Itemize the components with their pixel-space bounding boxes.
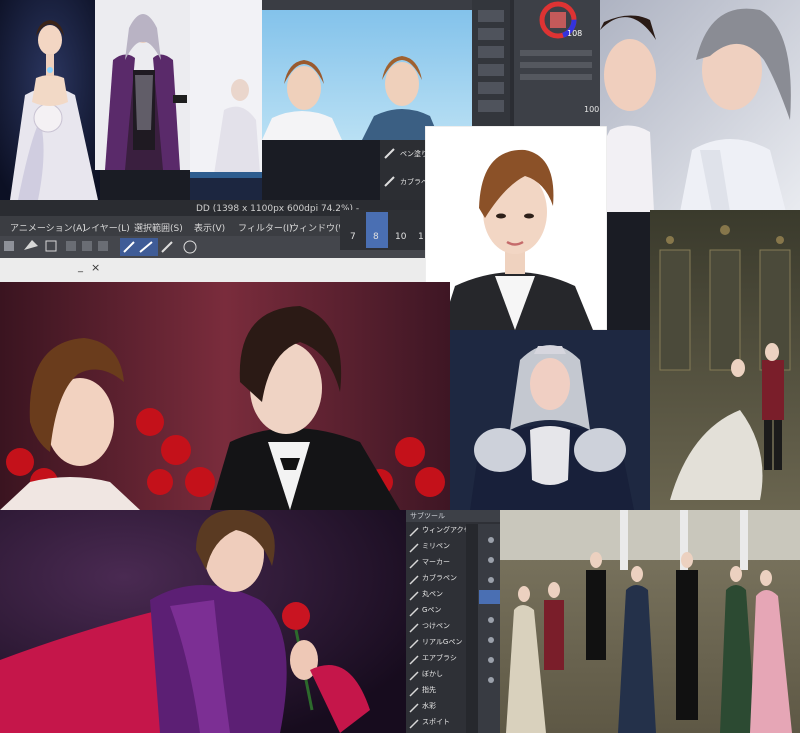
editor-window-header: DD (1398 x 1100px 600dpi 74.2%) - アニメーショ…	[0, 200, 425, 282]
subtool-item[interactable]: 丸ペン	[422, 590, 443, 598]
minimize-button[interactable]: _	[78, 262, 83, 273]
subtool-item[interactable]: Gペン	[422, 606, 441, 614]
subtool-item[interactable]: 水彩	[422, 702, 436, 710]
document-title-text: DD (1398 x 1100px 600dpi 74.2%)	[196, 204, 354, 214]
artwork-prince-purple-costume	[95, 0, 190, 170]
subtool-item[interactable]: ウィングアクセス ペン	[422, 526, 494, 534]
subtool-item[interactable]: つけペン	[422, 622, 450, 630]
artwork-ballroom-crowd	[500, 510, 800, 733]
subtool-header: サブツール	[406, 510, 504, 522]
zoom-readout: 100	[584, 105, 600, 114]
brush-size-8[interactable]: 8	[373, 232, 379, 242]
man-with-rose-illustration	[0, 510, 412, 733]
tool-strip-background	[472, 0, 600, 130]
subtool-panel: サブツール ウィングアクセス ペン ミリペン マーカー カブラペン 丸ペン Gペ…	[406, 510, 504, 733]
lady-tiara-illustration	[450, 330, 650, 510]
couple-roses-illustration	[0, 282, 450, 510]
brush-size-1[interactable]: 1	[418, 232, 424, 242]
ballroom-crowd-illustration	[500, 510, 800, 733]
menu-selection[interactable]: 選択範囲(S)	[134, 221, 183, 234]
tool-label-kabura-pen[interactable]: カブラペン	[400, 178, 425, 186]
artwork-two-women-close	[600, 0, 800, 212]
canvas-strip: _ ×	[0, 258, 425, 282]
brush-size-7[interactable]: 7	[350, 232, 356, 242]
artwork-couple-roses	[0, 282, 450, 510]
brush-size-panel: 7 8 10 1	[340, 210, 425, 250]
ballroom-dancers-illustration	[650, 210, 800, 515]
two-faces-illustration	[262, 0, 472, 140]
two-women-illustration	[600, 0, 800, 212]
select-icon	[45, 240, 57, 252]
artwork-ballroom-dancers	[650, 210, 800, 515]
layer-icon	[66, 241, 76, 251]
portrait-short-hair-illustration	[425, 126, 607, 330]
menu-layer[interactable]: レイヤー(L)	[82, 221, 130, 234]
tool-label-pen-fill[interactable]: ペン塗り	[400, 150, 425, 158]
subtool-header-label: サブツール	[410, 512, 445, 520]
artwork-lady-white-gown	[0, 0, 100, 200]
prince-purple-costume-illustration	[95, 0, 190, 170]
menu-animation[interactable]: アニメーション(A)	[10, 221, 86, 234]
paint-software-tool-strip: 108 100	[472, 0, 600, 130]
subtool-item[interactable]: ぼかし	[422, 670, 443, 678]
white-figure-illustration	[190, 0, 262, 200]
subtool-item[interactable]: ミリペン	[422, 542, 450, 550]
subtool-item[interactable]: カブラペン	[422, 574, 457, 582]
lady-white-gown-illustration	[0, 0, 100, 200]
command-bar-icons	[4, 238, 197, 256]
fill-icon	[24, 240, 38, 250]
color-value-readout: 108	[567, 29, 583, 38]
brush-size-10[interactable]: 10	[395, 232, 406, 242]
subtool-item[interactable]: スポイト	[422, 718, 450, 726]
new-file-icon	[4, 241, 14, 251]
artwork-lady-tiara	[450, 330, 650, 510]
subtool-item[interactable]: 指先	[422, 686, 436, 694]
pen-tool-panel: ペン塗り カブラペン	[380, 140, 425, 200]
document-title: DD (1398 x 1100px 600dpi 74.2%) -	[196, 204, 359, 214]
pen-icons	[384, 148, 395, 187]
active-tool-highlight	[120, 238, 158, 256]
menu-view[interactable]: 表示(V)	[194, 221, 225, 234]
subtool-item[interactable]: エアブラシ	[422, 654, 457, 662]
artwork-two-faces-canvas	[262, 0, 472, 140]
artwork-man-with-rose	[0, 510, 412, 733]
artwork-portrait-short-hair	[425, 126, 607, 330]
close-button[interactable]: ×	[91, 261, 100, 274]
subtool-list: ウィングアクセス ペン ミリペン マーカー カブラペン 丸ペン Gペン つけペン…	[406, 524, 504, 733]
artwork-white-figure-strip	[190, 0, 262, 200]
pen-icon	[384, 176, 395, 187]
help-icon	[183, 240, 197, 254]
subtool-item[interactable]: リアルGペン	[422, 638, 462, 646]
ruler-icon	[161, 241, 173, 253]
subtool-item[interactable]: マーカー	[422, 558, 450, 566]
brush-size-selected[interactable]	[366, 212, 388, 248]
pen-icon	[384, 148, 395, 159]
menu-filter[interactable]: フィルター(I)	[238, 221, 293, 234]
